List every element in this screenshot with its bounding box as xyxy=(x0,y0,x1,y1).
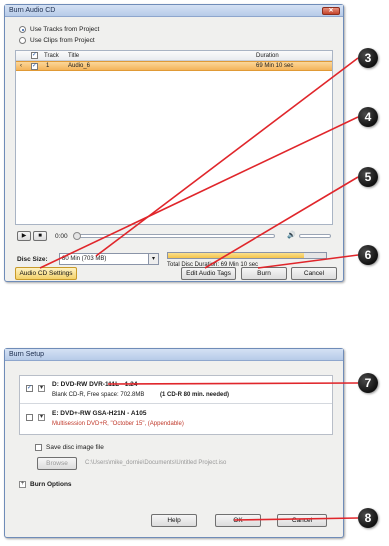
checkbox-icon xyxy=(35,444,42,451)
burn-setup-window: Burn Setup ✓ ▾ D: DVD-RW DVR-111L - 1.24… xyxy=(4,348,344,538)
use-clips-radio[interactable]: Use Clips from Project xyxy=(19,37,95,44)
select-all-checkbox[interactable]: ✓ xyxy=(31,52,38,59)
save-disc-image-checkbox[interactable]: Save disc image file xyxy=(35,444,104,451)
drive-info: Multisession DVD+R, "October 15", (Appen… xyxy=(52,421,184,427)
window-title-bar: Burn Setup xyxy=(5,349,343,361)
disc-size-select[interactable]: 80 Min (703 MB) ▾ xyxy=(59,253,159,265)
drive-note: (1 CD-R 80 min. needed) xyxy=(160,392,230,398)
plus-icon: + xyxy=(19,481,26,488)
radio-unselected-icon xyxy=(19,37,26,44)
column-track[interactable]: Track xyxy=(44,53,59,59)
disc-usage-fill xyxy=(168,253,304,258)
table-row[interactable]: ‹ ✓ 1 Audio_6 69 Min 10 sec xyxy=(16,61,332,71)
burn-options-toggle[interactable]: + Burn Options xyxy=(19,481,72,488)
radio-label: Use Clips from Project xyxy=(30,37,95,44)
burn-button[interactable]: Burn xyxy=(241,267,287,280)
disc-usage-bar xyxy=(167,252,327,259)
column-title[interactable]: Title xyxy=(68,53,79,59)
track-duration: 69 Min 10 sec xyxy=(256,63,294,69)
volume-icon[interactable]: 🔊 xyxy=(287,231,296,239)
radio-selected-icon xyxy=(19,26,26,33)
callout-6: 6 xyxy=(358,245,378,265)
play-button[interactable]: ▶ xyxy=(17,231,31,241)
save-image-label: Save disc image file xyxy=(46,444,104,451)
drive-checkbox[interactable]: ✓ xyxy=(26,385,33,392)
drive-info: Blank CD-R, Free space: 702.8MB xyxy=(52,392,145,398)
burn-audio-cd-window: Burn Audio CD ✕ Use Tracks from Project … xyxy=(4,4,344,282)
callout-5: 5 xyxy=(358,167,378,187)
expand-icon[interactable]: ▾ xyxy=(38,414,45,421)
disc-size-label: Disc Size: xyxy=(17,256,48,263)
callout-8: 8 xyxy=(358,508,378,528)
use-tracks-radio[interactable]: Use Tracks from Project xyxy=(19,26,99,33)
chevron-down-icon[interactable]: ▾ xyxy=(148,254,158,264)
window-title: Burn Audio CD xyxy=(9,7,56,14)
help-button[interactable]: Help xyxy=(151,514,197,527)
drive-item[interactable]: ✓ ▾ D: DVD-RW DVR-111L - 1.24 Blank CD-R… xyxy=(20,376,332,404)
callout-3: 3 xyxy=(358,48,378,68)
drive-name: D: DVD-RW DVR-111L - 1.24 xyxy=(52,381,138,388)
track-number: 1 xyxy=(46,63,50,69)
ok-button[interactable]: OK xyxy=(215,514,261,527)
column-duration[interactable]: Duration xyxy=(256,53,279,59)
window-title: Burn Setup xyxy=(9,351,45,358)
track-checkbox[interactable]: ✓ xyxy=(31,63,38,70)
drive-item[interactable]: ▾ E: DVD+-RW GSA-H21N - A105 Multisessio… xyxy=(20,405,332,433)
drive-name: E: DVD+-RW GSA-H21N - A105 xyxy=(52,410,147,417)
seek-slider[interactable] xyxy=(73,232,275,240)
audio-cd-settings-button[interactable]: Audio CD Settings xyxy=(15,267,77,280)
row-pointer-icon: ‹ xyxy=(20,63,22,69)
burn-options-label: Burn Options xyxy=(30,481,72,488)
callout-7: 7 xyxy=(358,373,378,393)
drive-checkbox[interactable] xyxy=(26,414,33,421)
drive-list: ✓ ▾ D: DVD-RW DVR-111L - 1.24 Blank CD-R… xyxy=(19,375,333,435)
close-icon[interactable]: ✕ xyxy=(322,7,340,15)
cancel-button[interactable]: Cancel xyxy=(291,267,337,280)
radio-label: Use Tracks from Project xyxy=(30,26,100,33)
expand-icon[interactable]: ▾ xyxy=(38,385,45,392)
cancel-button[interactable]: Cancel xyxy=(277,514,327,527)
browse-button[interactable]: Browse xyxy=(37,457,77,470)
track-title: Audio_6 xyxy=(68,63,91,69)
seek-thumb[interactable] xyxy=(73,232,81,240)
callout-4: 4 xyxy=(358,107,378,127)
track-list[interactable]: ✓ Track Title Duration ‹ ✓ 1 Audio_6 69 … xyxy=(15,50,333,225)
volume-slider[interactable] xyxy=(299,234,331,238)
disc-size-value: 80 Min (703 MB) xyxy=(62,256,107,262)
time-display: 0:00 xyxy=(55,233,68,240)
stop-button[interactable]: ■ xyxy=(33,231,47,241)
image-path: C:\Users\mike_dornie\Documents\Untitled … xyxy=(85,460,227,466)
window-title-bar: Burn Audio CD ✕ xyxy=(5,5,343,17)
edit-audio-tags-button[interactable]: Edit Audio Tags xyxy=(181,267,236,280)
track-list-header: ✓ Track Title Duration xyxy=(16,51,332,61)
